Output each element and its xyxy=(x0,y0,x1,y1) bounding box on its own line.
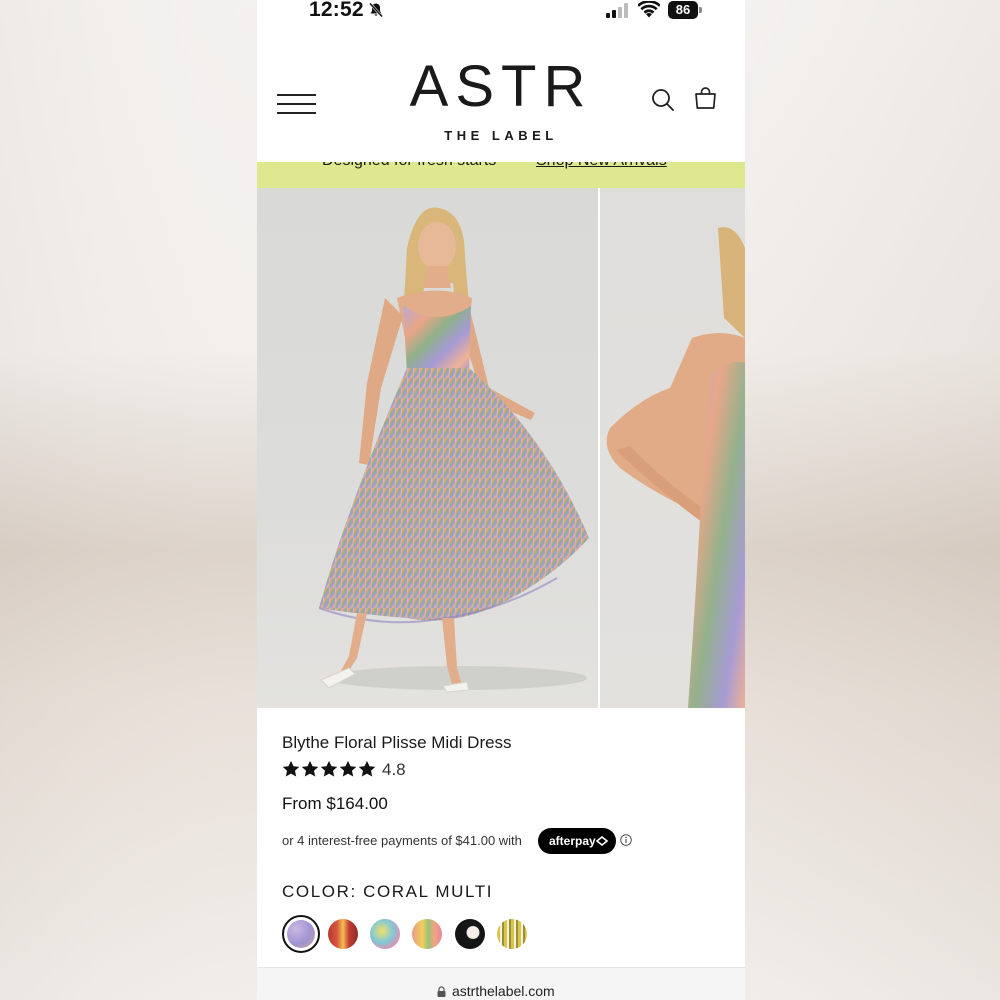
star-icon xyxy=(358,760,376,777)
product-title: Blythe Floral Plisse Midi Dress xyxy=(282,733,512,752)
battery-indicator: 86 xyxy=(668,1,702,19)
search-icon[interactable] xyxy=(651,88,675,112)
cellular-signal-icon xyxy=(606,3,628,18)
background-blur-right xyxy=(745,0,1000,1000)
afterpay-badge[interactable]: afterpay xyxy=(538,828,616,854)
url-text: astrthelabel.com xyxy=(452,983,555,999)
model-photo-front xyxy=(318,207,589,693)
star-icon xyxy=(320,760,338,777)
product-image-secondary[interactable] xyxy=(600,188,745,708)
model-photo-closeup xyxy=(606,227,745,708)
color-swatches xyxy=(282,915,542,953)
swatch-olive-stripe[interactable] xyxy=(497,919,527,949)
shopping-bag-icon[interactable] xyxy=(694,86,717,110)
browser-url-bar[interactable]: astrthelabel.com xyxy=(257,968,745,1000)
afterpay-installments: or 4 interest-free payments of $41.00 wi… xyxy=(282,828,722,856)
brand-logo-subtitle: THE LABEL xyxy=(444,128,558,143)
star-icon xyxy=(339,760,357,777)
shop-new-arrivals-link[interactable]: Shop New Arrivals xyxy=(536,162,667,170)
battery-level: 86 xyxy=(668,1,698,19)
status-bar: 12:52 86 xyxy=(257,0,745,24)
battery-tip xyxy=(699,7,702,13)
background-blur-left xyxy=(0,0,257,1000)
star-icon xyxy=(282,760,300,777)
swatch-black-multi[interactable] xyxy=(455,919,485,949)
phone-screen: 12:52 86 ASTR THE LABEL Blythe Floral Pl… xyxy=(257,0,745,1000)
color-selection-label: COLOR: CORAL MULTI xyxy=(282,882,493,902)
product-image-gallery[interactable] xyxy=(257,188,745,708)
swatch-yellow-multi[interactable] xyxy=(412,919,442,949)
status-time: 12:52 xyxy=(309,0,364,21)
afterpay-brand: afterpay xyxy=(549,834,596,848)
swatch-red-multi[interactable] xyxy=(328,919,358,949)
afterpay-text: or 4 interest-free payments of $41.00 wi… xyxy=(282,833,522,848)
rating-value: 4.8 xyxy=(382,760,406,779)
color-label: COLOR: xyxy=(282,882,357,901)
color-value: CORAL MULTI xyxy=(363,882,494,901)
lock-icon xyxy=(437,986,446,997)
swatch-coral-multi[interactable] xyxy=(282,915,320,953)
product-image-main[interactable] xyxy=(257,188,598,708)
info-icon[interactable] xyxy=(620,834,632,846)
product-rating[interactable]: 4.8 xyxy=(282,760,406,780)
product-price: From $164.00 xyxy=(282,794,388,813)
afterpay-loop-icon xyxy=(595,835,609,847)
wifi-icon xyxy=(638,1,660,18)
promo-banner: Designed for fresh starts Shop New Arriv… xyxy=(257,162,745,188)
swatch-blue-multi[interactable] xyxy=(370,919,400,949)
promo-text: Designed for fresh starts xyxy=(322,162,496,170)
site-header: ASTR THE LABEL xyxy=(257,24,745,162)
star-icon xyxy=(301,760,319,777)
bell-muted-icon xyxy=(369,2,383,18)
